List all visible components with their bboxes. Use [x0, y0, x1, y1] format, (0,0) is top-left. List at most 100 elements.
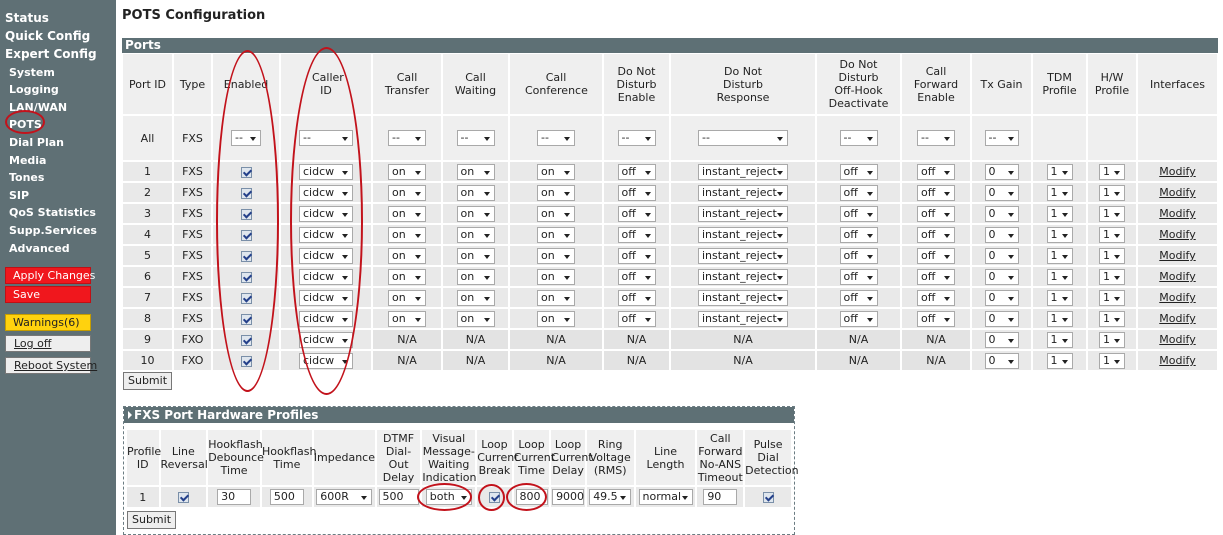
port-hw-profile-select[interactable]: 1	[1099, 247, 1125, 264]
port-tx-gain-select[interactable]: 0	[984, 331, 1019, 348]
port-waiting-select[interactable]: on	[456, 289, 495, 306]
port-modify-link[interactable]: Modify	[1159, 207, 1195, 220]
port-tdm-profile-select[interactable]: 1	[1046, 226, 1073, 243]
nav-lan-wan[interactable]: LAN/WAN	[9, 101, 67, 114]
port-caller-id-select[interactable]: cidcw	[299, 289, 353, 306]
port-waiting-select[interactable]: on	[456, 226, 495, 243]
port-call-forward-select[interactable]: off	[917, 247, 955, 264]
port-tdm-profile-select[interactable]: 1	[1046, 163, 1073, 180]
port-modify-link[interactable]: Modify	[1159, 333, 1195, 346]
port-dnd-select[interactable]: off	[617, 268, 656, 285]
port-tdm-profile-select[interactable]: 1	[1046, 184, 1073, 201]
port-hw-profile-select[interactable]: 1	[1099, 352, 1125, 369]
port-dnd-off-hook-select[interactable]: off	[839, 226, 878, 243]
port-conference-select[interactable]: on	[537, 184, 575, 201]
port-enabled-checkbox[interactable]	[240, 292, 252, 304]
port-tx-gain-select[interactable]: 0	[984, 352, 1019, 369]
nav-supp-services[interactable]: Supp.Services	[9, 224, 97, 237]
port-tdm-profile-select[interactable]: 1	[1046, 247, 1073, 264]
hw-pulse-dial-checkbox[interactable]	[762, 492, 774, 503]
all-transfer-select[interactable]: --	[388, 130, 426, 146]
hw-ring-voltage-select[interactable]: 49.5	[589, 489, 632, 505]
port-caller-id-select[interactable]: cidcw	[299, 205, 353, 222]
nav-advanced[interactable]: Advanced	[9, 242, 70, 255]
nav-qos-statistics[interactable]: QoS Statistics	[9, 206, 96, 219]
save-button[interactable]: Save	[5, 286, 91, 303]
nav-logging[interactable]: Logging	[9, 83, 59, 96]
port-dnd-response-select[interactable]: instant_reject	[698, 184, 788, 201]
port-waiting-select[interactable]: on	[456, 163, 495, 180]
hw-submit-button[interactable]: Submit	[127, 511, 176, 529]
port-conference-select[interactable]: on	[537, 226, 575, 243]
hw-loop-break-checkbox[interactable]	[488, 492, 500, 503]
port-waiting-select[interactable]: on	[456, 184, 495, 201]
port-dnd-off-hook-select[interactable]: off	[839, 184, 878, 201]
port-transfer-select[interactable]: on	[388, 184, 426, 201]
port-modify-link[interactable]: Modify	[1159, 312, 1195, 325]
port-transfer-select[interactable]: on	[388, 268, 426, 285]
nav-pots[interactable]: POTS	[9, 118, 42, 131]
port-hw-profile-select[interactable]: 1	[1099, 310, 1125, 327]
hw-dtmf-input[interactable]: 500	[378, 489, 419, 505]
port-transfer-select[interactable]: on	[388, 205, 426, 222]
port-caller-id-select[interactable]: cidcw	[299, 352, 353, 369]
port-hw-profile-select[interactable]: 1	[1099, 289, 1125, 306]
nav-status[interactable]: Status	[5, 11, 49, 25]
port-dnd-off-hook-select[interactable]: off	[839, 205, 878, 222]
hw-debounce-input[interactable]: 30	[217, 489, 252, 505]
port-modify-link[interactable]: Modify	[1159, 291, 1195, 304]
apply-changes-button[interactable]: Apply Changes	[5, 267, 95, 284]
port-tx-gain-select[interactable]: 0	[984, 205, 1019, 222]
port-modify-link[interactable]: Modify	[1159, 270, 1195, 283]
port-enabled-checkbox[interactable]	[240, 334, 252, 346]
port-tx-gain-select[interactable]: 0	[984, 226, 1019, 243]
port-caller-id-select[interactable]: cidcw	[299, 310, 353, 327]
hw-hookflash-input[interactable]: 500	[269, 489, 304, 505]
port-transfer-select[interactable]: on	[388, 226, 426, 243]
reboot-system-button[interactable]: Reboot System	[5, 357, 97, 374]
hw-vmwi-select[interactable]: both	[425, 489, 472, 505]
port-modify-link[interactable]: Modify	[1159, 165, 1195, 178]
port-dnd-response-select[interactable]: instant_reject	[698, 205, 788, 222]
all-dnd-select[interactable]: --	[617, 130, 656, 146]
nav-tones[interactable]: Tones	[9, 171, 44, 184]
port-transfer-select[interactable]: on	[388, 163, 426, 180]
port-modify-link[interactable]: Modify	[1159, 354, 1195, 367]
port-dnd-response-select[interactable]: instant_reject	[698, 289, 788, 306]
port-enabled-checkbox[interactable]	[240, 355, 252, 367]
all-dnd-off-hook-select[interactable]: --	[839, 130, 878, 146]
port-caller-id-select[interactable]: cidcw	[299, 247, 353, 264]
hw-loop-delay-input[interactable]: 9000	[552, 489, 585, 505]
port-enabled-checkbox[interactable]	[240, 250, 252, 262]
port-transfer-select[interactable]: on	[388, 310, 426, 327]
hw-impedance-select[interactable]: 600R	[316, 489, 373, 505]
port-enabled-checkbox[interactable]	[240, 271, 252, 283]
port-waiting-select[interactable]: on	[456, 247, 495, 264]
port-dnd-select[interactable]: off	[617, 205, 656, 222]
port-enabled-checkbox[interactable]	[240, 229, 252, 241]
port-waiting-select[interactable]: on	[456, 205, 495, 222]
port-caller-id-select[interactable]: cidcw	[299, 163, 353, 180]
port-tx-gain-select[interactable]: 0	[984, 268, 1019, 285]
port-hw-profile-select[interactable]: 1	[1099, 184, 1125, 201]
warnings-button[interactable]: Warnings(6)	[5, 314, 91, 331]
port-transfer-select[interactable]: on	[388, 289, 426, 306]
port-modify-link[interactable]: Modify	[1159, 249, 1195, 262]
nav-dial-plan[interactable]: Dial Plan	[9, 136, 64, 149]
port-enabled-checkbox[interactable]	[240, 208, 252, 220]
port-caller-id-select[interactable]: cidcw	[299, 331, 353, 348]
port-dnd-select[interactable]: off	[617, 289, 656, 306]
port-tx-gain-select[interactable]: 0	[984, 310, 1019, 327]
port-tdm-profile-select[interactable]: 1	[1046, 331, 1073, 348]
port-dnd-select[interactable]: off	[617, 310, 656, 327]
nav-sip[interactable]: SIP	[9, 189, 29, 202]
port-call-forward-select[interactable]: off	[917, 310, 955, 327]
port-hw-profile-select[interactable]: 1	[1099, 226, 1125, 243]
port-tx-gain-select[interactable]: 0	[984, 163, 1019, 180]
port-dnd-response-select[interactable]: instant_reject	[698, 247, 788, 264]
port-hw-profile-select[interactable]: 1	[1099, 163, 1125, 180]
ports-submit-button[interactable]: Submit	[123, 372, 172, 390]
port-enabled-checkbox[interactable]	[240, 313, 252, 325]
port-tdm-profile-select[interactable]: 1	[1046, 268, 1073, 285]
all-enabled-select[interactable]: --	[231, 130, 261, 146]
